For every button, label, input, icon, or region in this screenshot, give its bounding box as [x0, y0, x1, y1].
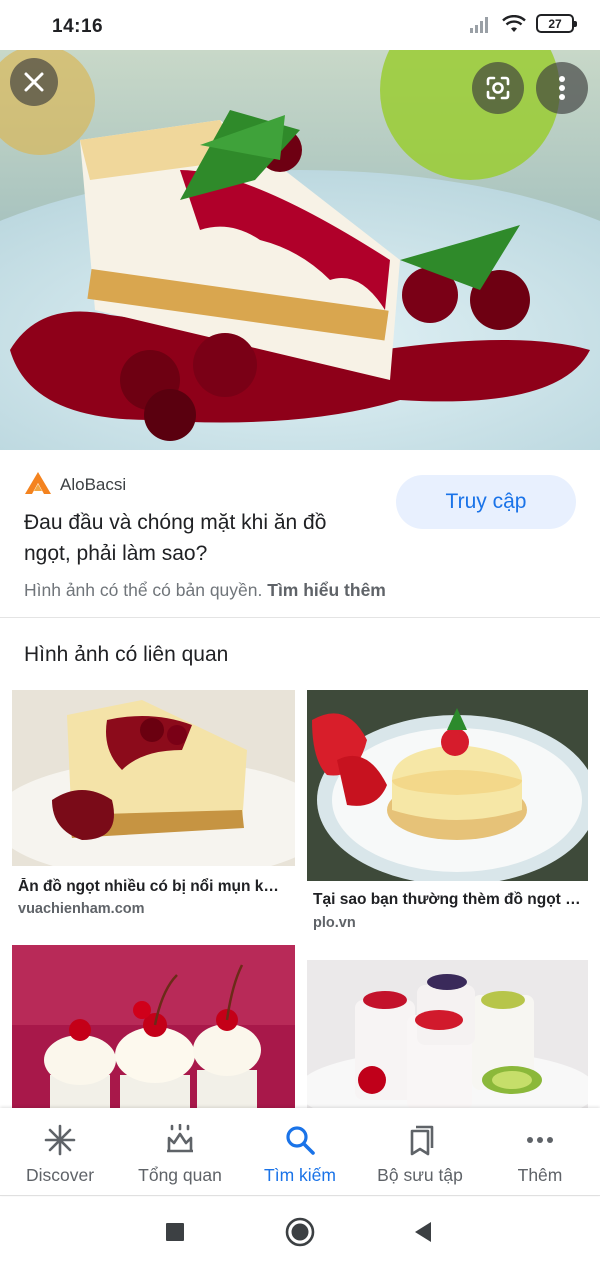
wifi-icon	[502, 14, 526, 32]
alobacsi-logo-icon	[25, 472, 51, 494]
related-thumbnail	[307, 960, 588, 1108]
more-horiz-icon	[527, 1137, 553, 1143]
bottom-navigation: Discover Tổng quan Tìm kiếm Bộ sưu tập T…	[0, 1108, 600, 1196]
battery-level: 27	[548, 16, 562, 31]
nav-item-search[interactable]: Tìm kiếm	[240, 1108, 360, 1195]
nav-label: Discover	[25, 1165, 95, 1185]
search-icon	[286, 1126, 315, 1155]
related-thumbnail	[12, 690, 295, 866]
nav-item-overview[interactable]: Tổng quan	[120, 1108, 240, 1195]
related-caption: Tại sao bạn thường thèm đồ ngọt sau bữa …	[313, 891, 581, 908]
related-thumbnail	[307, 690, 588, 881]
status-time: 14:16	[52, 16, 104, 37]
related-card[interactable]	[307, 960, 588, 1108]
source-title[interactable]: Đau đầu và chóng mặt khi ăn đồ ngọt, phả…	[24, 507, 374, 569]
back-button[interactable]	[408, 1217, 438, 1247]
status-icons: 27	[470, 14, 577, 33]
lens-button[interactable]	[472, 62, 524, 114]
nav-item-collections[interactable]: Bộ sưu tập	[360, 1108, 480, 1195]
related-card[interactable]: Tại sao bạn thường thèm đồ ngọt sau bữa …	[307, 690, 588, 935]
related-thumbnail	[12, 945, 295, 1108]
asterisk-icon	[44, 1124, 76, 1156]
related-heading: Hình ảnh có liên quan	[24, 643, 229, 666]
triangle-back-icon	[415, 1222, 431, 1242]
signal-icon	[470, 16, 488, 33]
source-site-name[interactable]: AloBacsi	[60, 475, 126, 495]
nav-label: Bộ sưu tập	[377, 1165, 463, 1185]
related-card[interactable]: Ăn đồ ngọt nhiều có bị nổi mụn không? vu…	[12, 690, 295, 920]
related-source: plo.vn	[313, 915, 356, 931]
nav-label: Tìm kiếm	[264, 1165, 336, 1185]
related-card[interactable]	[12, 945, 295, 1108]
square-icon	[166, 1223, 184, 1241]
copyright-notice: Hình ảnh có thể có bản quyền. Tìm hiểu t…	[24, 580, 386, 601]
more-vert-icon	[559, 76, 565, 100]
nav-item-more[interactable]: Thêm	[480, 1108, 600, 1195]
battery-icon: 27	[536, 14, 577, 33]
collections-icon	[410, 1125, 434, 1156]
crown-icon	[167, 1124, 193, 1153]
status-bar: 14:16 27	[0, 0, 600, 50]
source-info: AloBacsi Truy cập Đau đầu và chóng mặt k…	[0, 450, 600, 618]
system-navigation-bar	[0, 1197, 600, 1267]
related-source: vuachienham.com	[18, 901, 145, 917]
hero-image[interactable]	[0, 50, 600, 450]
nav-label: Tổng quan	[138, 1165, 222, 1185]
close-button[interactable]	[10, 58, 58, 106]
lens-icon	[486, 76, 510, 100]
circle-icon	[285, 1217, 315, 1247]
related-caption: Ăn đồ ngọt nhiều có bị nổi mụn không?	[18, 878, 288, 895]
copyright-text: Hình ảnh có thể có bản quyền.	[24, 580, 263, 600]
nav-label: Thêm	[517, 1165, 563, 1185]
more-options-button[interactable]	[536, 62, 588, 114]
learn-more-link[interactable]: Tìm hiểu thêm	[267, 580, 386, 600]
home-button[interactable]	[285, 1217, 315, 1247]
close-icon	[24, 72, 44, 92]
visit-button[interactable]: Truy cập	[396, 475, 576, 529]
nav-item-discover[interactable]: Discover	[0, 1108, 120, 1195]
recents-button[interactable]	[160, 1217, 190, 1247]
